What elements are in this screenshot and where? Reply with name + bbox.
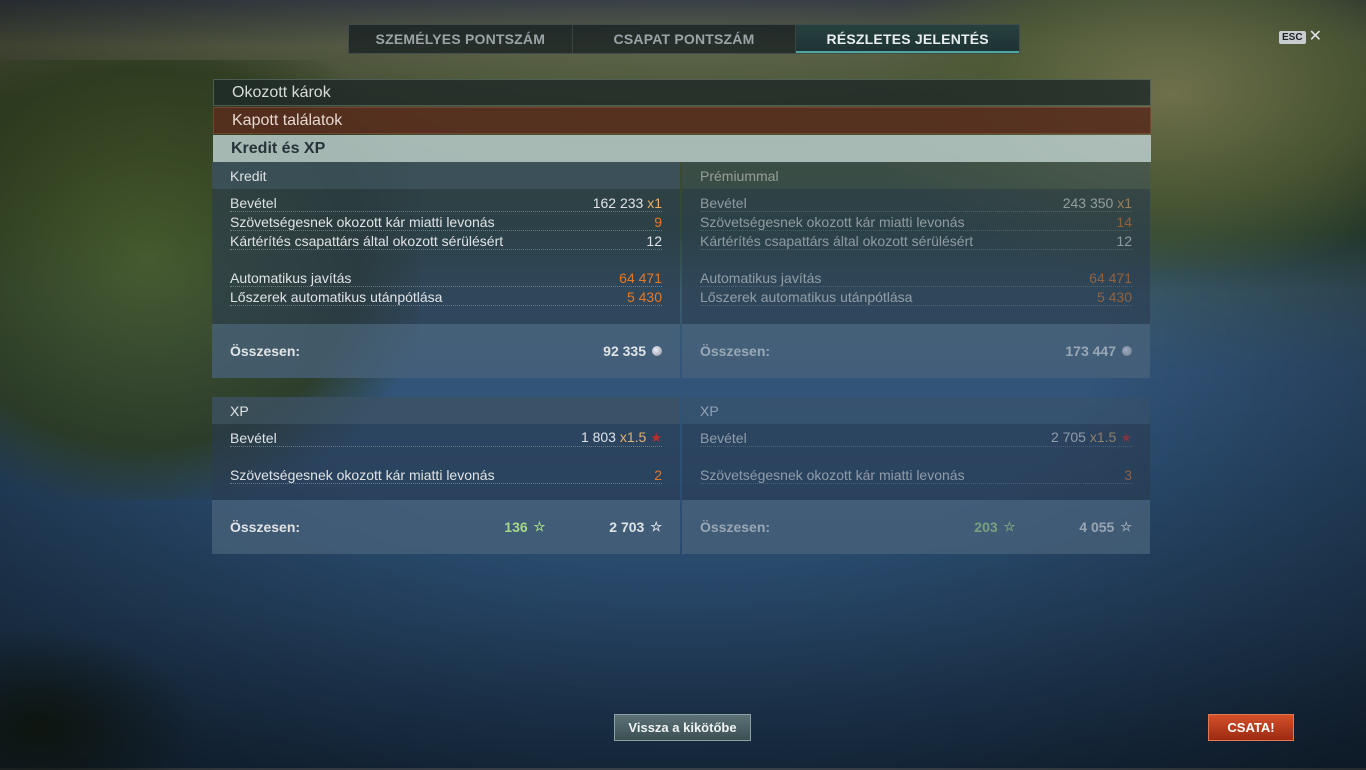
ally-damage-row: Szövetségesnek okozott kár miatti levoná… xyxy=(230,212,662,231)
esc-key-label: ESC xyxy=(1279,30,1306,44)
auto-resupply-value: 5 430 xyxy=(1096,289,1132,305)
section-hits-received[interactable]: Kapott találatok xyxy=(213,107,1151,134)
free-xp-value: 136 xyxy=(504,519,528,535)
background-foliage xyxy=(0,630,200,770)
income-multiplier: x1 xyxy=(1117,195,1132,211)
premium-xp-star-icon: ★ xyxy=(1120,430,1132,445)
auto-resupply-label: Lőszerek automatikus utánpótlása xyxy=(230,289,443,305)
compensation-label: Kártérítés csapattárs által okozott sérü… xyxy=(700,233,974,249)
close-icon: ✕ xyxy=(1308,28,1322,45)
credits-total-row: Összesen: 173 447 xyxy=(682,324,1150,378)
credits-total-row: Összesen: 92 335 xyxy=(212,324,680,378)
ally-damage-label: Szövetségesnek okozott kár miatti levoná… xyxy=(230,214,495,230)
xp-star-icon: ☆ xyxy=(1120,519,1132,534)
auto-repair-label: Automatikus javítás xyxy=(230,270,352,286)
total-label: Összesen: xyxy=(700,343,771,359)
free-xp-value: 203 xyxy=(974,519,998,535)
xp-title: XP xyxy=(212,397,680,424)
xp-star-icon: ☆ xyxy=(650,519,662,534)
premium-title: Prémiummal xyxy=(682,162,1150,189)
credits-icon xyxy=(652,346,662,356)
credits-panel-standard: Kredit Bevétel 162 233 x1 Szövetségesnek… xyxy=(212,162,680,378)
income-label: Bevétel xyxy=(230,195,277,211)
tab-team-score[interactable]: CSAPAT PONTSZÁM xyxy=(573,25,797,53)
credits-panel-premium: Prémiummal Bevétel 243 350 x1 Szövetsége… xyxy=(682,162,1150,378)
free-xp-star-icon: ☆ xyxy=(533,519,546,534)
income-value: 162 233 xyxy=(592,195,644,211)
credits-title: Kredit xyxy=(212,162,680,189)
income-label: Bevétel xyxy=(230,430,277,446)
total-value: 173 447 xyxy=(1065,343,1116,359)
ally-damage-row: Szövetségesnek okozott kár miatti levoná… xyxy=(700,212,1132,231)
xp-income-row: Bevétel 1 803 x1.5 ★ xyxy=(230,426,662,447)
auto-repair-row: Automatikus javítás 64 471 xyxy=(700,268,1132,287)
ally-damage-label: Szövetségesnek okozott kár miatti levoná… xyxy=(700,467,965,483)
ally-damage-row: Szövetségesnek okozott kár miatti levoná… xyxy=(700,465,1132,484)
xp-total-row: Összesen: 203 ☆ 4 055 ☆ xyxy=(682,500,1150,554)
income-label: Bevétel xyxy=(700,430,747,446)
tab-detailed-report[interactable]: RÉSZLETES JELENTÉS xyxy=(796,25,1020,53)
income-value: 2 705 xyxy=(1050,429,1086,445)
income-label: Bevétel xyxy=(700,195,747,211)
compensation-value: 12 xyxy=(1116,233,1132,249)
total-value: 2 703 xyxy=(609,519,645,535)
ally-damage-value: 9 xyxy=(654,214,662,230)
compensation-value: 12 xyxy=(646,233,662,249)
ally-damage-label: Szövetségesnek okozott kár miatti levoná… xyxy=(230,467,495,483)
compensation-label: Kártérítés csapattárs által okozott sérü… xyxy=(230,233,504,249)
auto-repair-value: 64 471 xyxy=(619,270,662,286)
battle-button[interactable]: CSATA! xyxy=(1208,714,1294,741)
income-multiplier: x1 xyxy=(647,195,662,211)
auto-repair-value: 64 471 xyxy=(1089,270,1132,286)
auto-resupply-row: Lőszerek automatikus utánpótlása 5 430 xyxy=(700,287,1132,306)
compensation-row: Kártérítés csapattárs által okozott sérü… xyxy=(700,231,1132,250)
total-label: Összesen: xyxy=(700,519,771,535)
premium-xp-star-icon: ★ xyxy=(650,430,662,445)
xp-title: XP xyxy=(682,397,1150,424)
ally-damage-value: 14 xyxy=(1116,214,1132,230)
xp-panel-premium: XP Bevétel 2 705 x1.5 ★ Szövetségesnek ok… xyxy=(682,397,1150,554)
ally-damage-row: Szövetségesnek okozott kár miatti levoná… xyxy=(230,465,662,484)
credits-income-row: Bevétel 162 233 x1 xyxy=(230,193,662,212)
section-damage-dealt[interactable]: Okozott károk xyxy=(213,79,1151,106)
total-value: 92 335 xyxy=(603,343,646,359)
ally-damage-label: Szövetségesnek okozott kár miatti levoná… xyxy=(700,214,965,230)
total-label: Összesen: xyxy=(230,343,301,359)
credits-income-row: Bevétel 243 350 x1 xyxy=(700,193,1132,212)
report-tabs: SZEMÉLYES PONTSZÁM CSAPAT PONTSZÁM RÉSZL… xyxy=(348,24,1020,54)
ally-damage-value: 3 xyxy=(1124,467,1132,483)
section-credits-xp[interactable]: Kredit és XP xyxy=(213,135,1151,162)
compensation-row: Kártérítés csapattárs által okozott sérü… xyxy=(230,231,662,250)
auto-resupply-row: Lőszerek automatikus utánpótlása 5 430 xyxy=(230,287,662,306)
income-multiplier: x1.5 xyxy=(619,429,647,445)
total-label: Összesen: xyxy=(230,519,301,535)
close-button[interactable]: ESC ✕ xyxy=(1279,28,1322,45)
total-value: 4 055 xyxy=(1079,519,1115,535)
income-multiplier: x1.5 xyxy=(1089,429,1117,445)
auto-resupply-label: Lőszerek automatikus utánpótlása xyxy=(700,289,913,305)
xp-total-row: Összesen: 136 ☆ 2 703 ☆ xyxy=(212,500,680,554)
auto-resupply-value: 5 430 xyxy=(626,289,662,305)
free-xp-star-icon: ☆ xyxy=(1003,519,1016,534)
income-value: 1 803 xyxy=(580,429,616,445)
back-to-port-button[interactable]: Vissza a kikötőbe xyxy=(614,714,751,741)
auto-repair-row: Automatikus javítás 64 471 xyxy=(230,268,662,287)
income-value: 243 350 xyxy=(1062,195,1114,211)
xp-panel-standard: XP Bevétel 1 803 x1.5 ★ Szövetségesnek ok… xyxy=(212,397,680,554)
ally-damage-value: 2 xyxy=(654,467,662,483)
xp-income-row: Bevétel 2 705 x1.5 ★ xyxy=(700,426,1132,447)
credits-icon xyxy=(1122,346,1132,356)
auto-repair-label: Automatikus javítás xyxy=(700,270,822,286)
tab-personal-score[interactable]: SZEMÉLYES PONTSZÁM xyxy=(349,25,573,53)
